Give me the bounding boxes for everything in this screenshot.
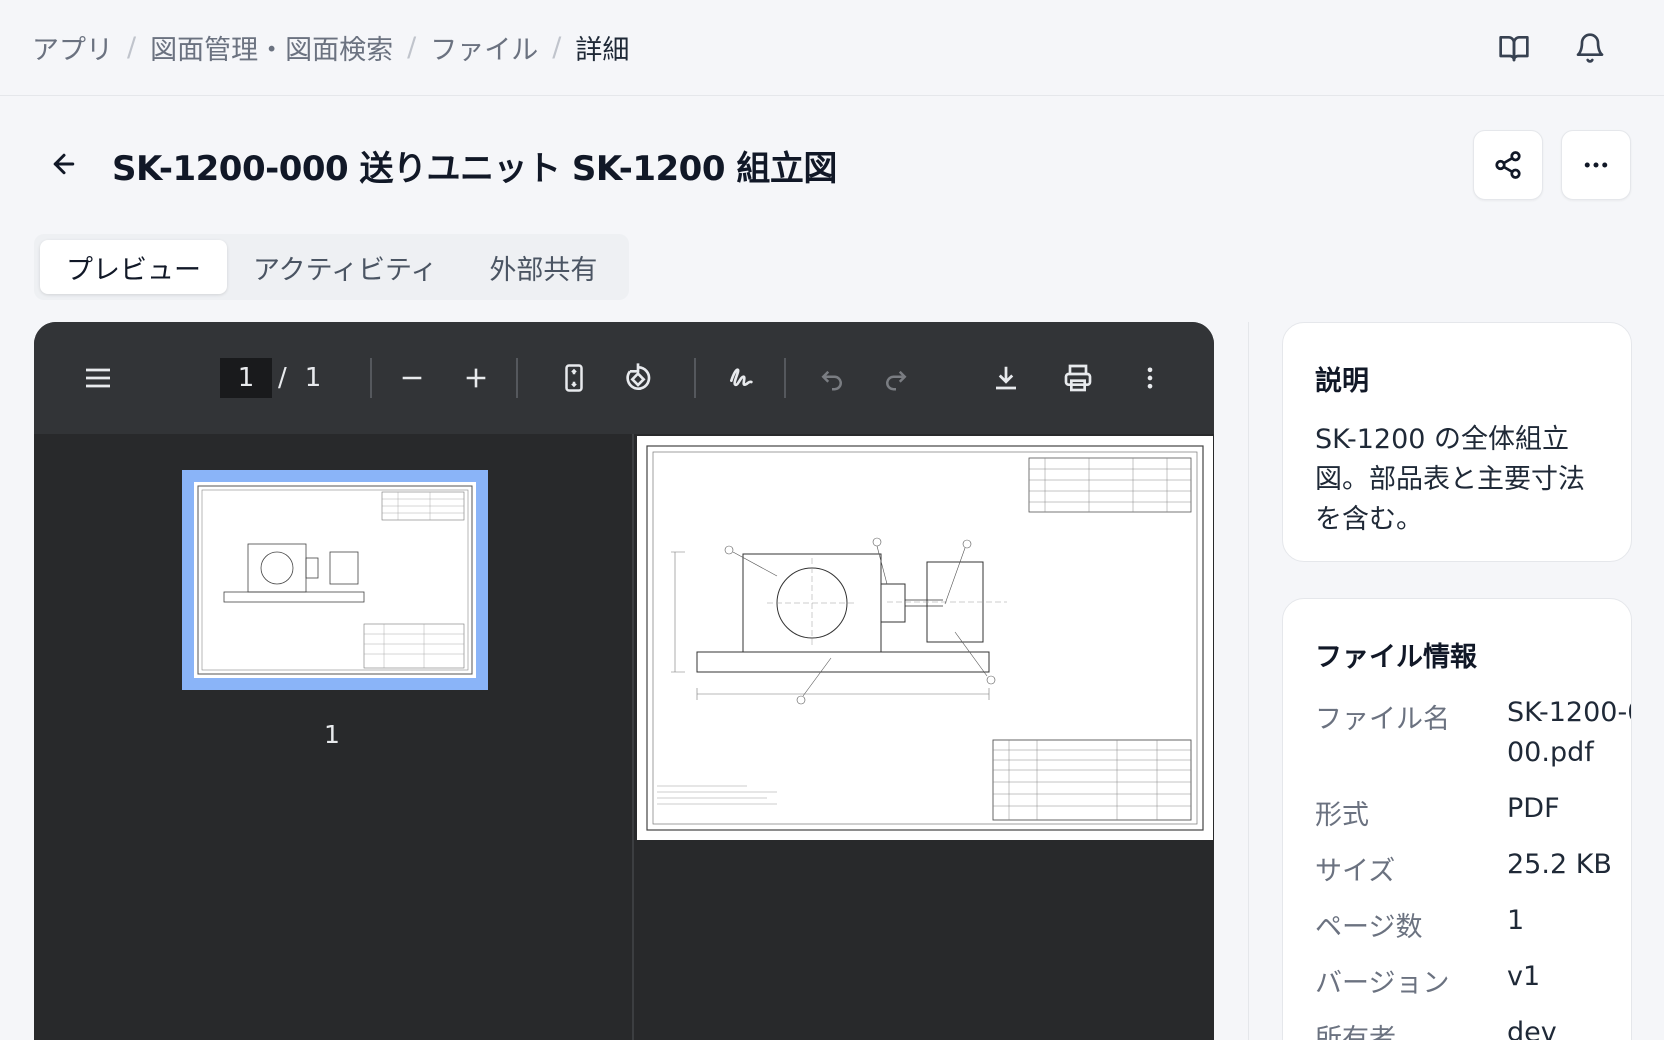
page-count-value: 1 (1507, 905, 1525, 936)
version-label: バージョン (1315, 968, 1450, 999)
tab-external-share[interactable]: 外部共有 (463, 240, 623, 294)
owner-label: 所有者 (1315, 1024, 1396, 1040)
toolbar-divider (516, 358, 518, 398)
more-options-button[interactable] (1561, 130, 1631, 200)
assembly-drawing (646, 445, 1204, 831)
more-horizontal-icon (1584, 162, 1608, 168)
file-info-card: ファイル情報 ファイル名 SK-1200-0 00.pdf 形式 PDF サイズ… (1282, 598, 1632, 1040)
breadcrumb-current: 詳細 (575, 35, 630, 66)
thumbnail-pane: 1 (34, 434, 632, 1040)
tab-activity[interactable]: アクティビティ (227, 240, 463, 294)
fit-page-icon[interactable] (552, 356, 596, 400)
breadcrumb-separator: / (127, 32, 137, 63)
pane-splitter[interactable] (632, 434, 634, 1040)
file-info-heading: ファイル情報 (1315, 642, 1477, 673)
breadcrumb: アプリ / 図面管理・図面検索 / ファイル / 詳細 (32, 28, 629, 67)
page-number-input[interactable]: 1 (220, 358, 272, 398)
file-name-value: SK-1200-0 (1507, 697, 1632, 728)
page-count-label: ページ数 (1315, 912, 1423, 943)
pdf-page (637, 436, 1213, 840)
file-name-value-cont: 00.pdf (1507, 737, 1594, 768)
toolbar-divider (694, 358, 696, 398)
size-label: サイズ (1315, 856, 1396, 887)
drawing-thumbnail (197, 485, 473, 675)
zoom-out-icon[interactable] (390, 356, 434, 400)
toolbar-divider (370, 358, 372, 398)
thumbnail-page-number: 1 (324, 720, 340, 749)
download-icon[interactable] (984, 356, 1028, 400)
zoom-in-icon[interactable] (454, 356, 498, 400)
breadcrumb-item-files[interactable]: ファイル (430, 28, 538, 67)
panel-divider (1248, 322, 1249, 1040)
menu-icon[interactable] (76, 356, 120, 400)
toolbar-divider (784, 358, 786, 398)
page-total: / 1 (278, 358, 321, 398)
print-icon[interactable] (1056, 356, 1100, 400)
share-button[interactable] (1473, 130, 1543, 200)
owner-value: dev (1507, 1017, 1557, 1040)
format-label: 形式 (1315, 800, 1369, 831)
total-pages: 1 (304, 363, 322, 393)
thumbnail-image (194, 482, 476, 678)
rotate-icon[interactable] (616, 356, 660, 400)
format-value: PDF (1507, 793, 1560, 824)
page-title: SK-1200-000 送りユニット SK-1200 組立図 (112, 149, 837, 189)
page-separator: / (278, 363, 287, 393)
bell-icon[interactable] (1568, 26, 1612, 70)
size-value: 25.2 KB (1507, 849, 1612, 880)
more-vertical-icon[interactable] (1128, 356, 1172, 400)
page-thumbnail[interactable] (182, 470, 488, 690)
description-text: SK-1200 の全体組立 図。部品表と主要寸法 を含む。 (1315, 424, 1585, 535)
breadcrumb-separator: / (552, 32, 562, 63)
description-card: 説明 SK-1200 の全体組立 図。部品表と主要寸法 を含む。 (1282, 322, 1632, 562)
pdf-toolbar: 1 / 1 (34, 322, 1214, 434)
book-open-icon[interactable] (1492, 26, 1536, 70)
pdf-viewer: 1 / 1 1 (34, 322, 1214, 1040)
breadcrumb-separator: / (407, 32, 417, 63)
share-icon (1495, 151, 1521, 179)
back-arrow-icon[interactable] (44, 144, 84, 184)
tab-bar: プレビュー アクティビティ 外部共有 (34, 234, 630, 300)
description-heading: 説明 (1315, 366, 1369, 397)
undo-icon[interactable] (810, 356, 854, 400)
file-name-label: ファイル名 (1315, 704, 1450, 735)
version-value: v1 (1507, 961, 1541, 992)
breadcrumb-item-apps[interactable]: アプリ (32, 28, 113, 67)
breadcrumb-item-drawing-management[interactable]: 図面管理・図面検索 (150, 28, 393, 67)
redo-icon[interactable] (874, 356, 918, 400)
tab-preview[interactable]: プレビュー (40, 240, 227, 294)
annotate-icon[interactable] (720, 356, 764, 400)
top-bar: アプリ / 図面管理・図面検索 / ファイル / 詳細 (0, 0, 1664, 96)
